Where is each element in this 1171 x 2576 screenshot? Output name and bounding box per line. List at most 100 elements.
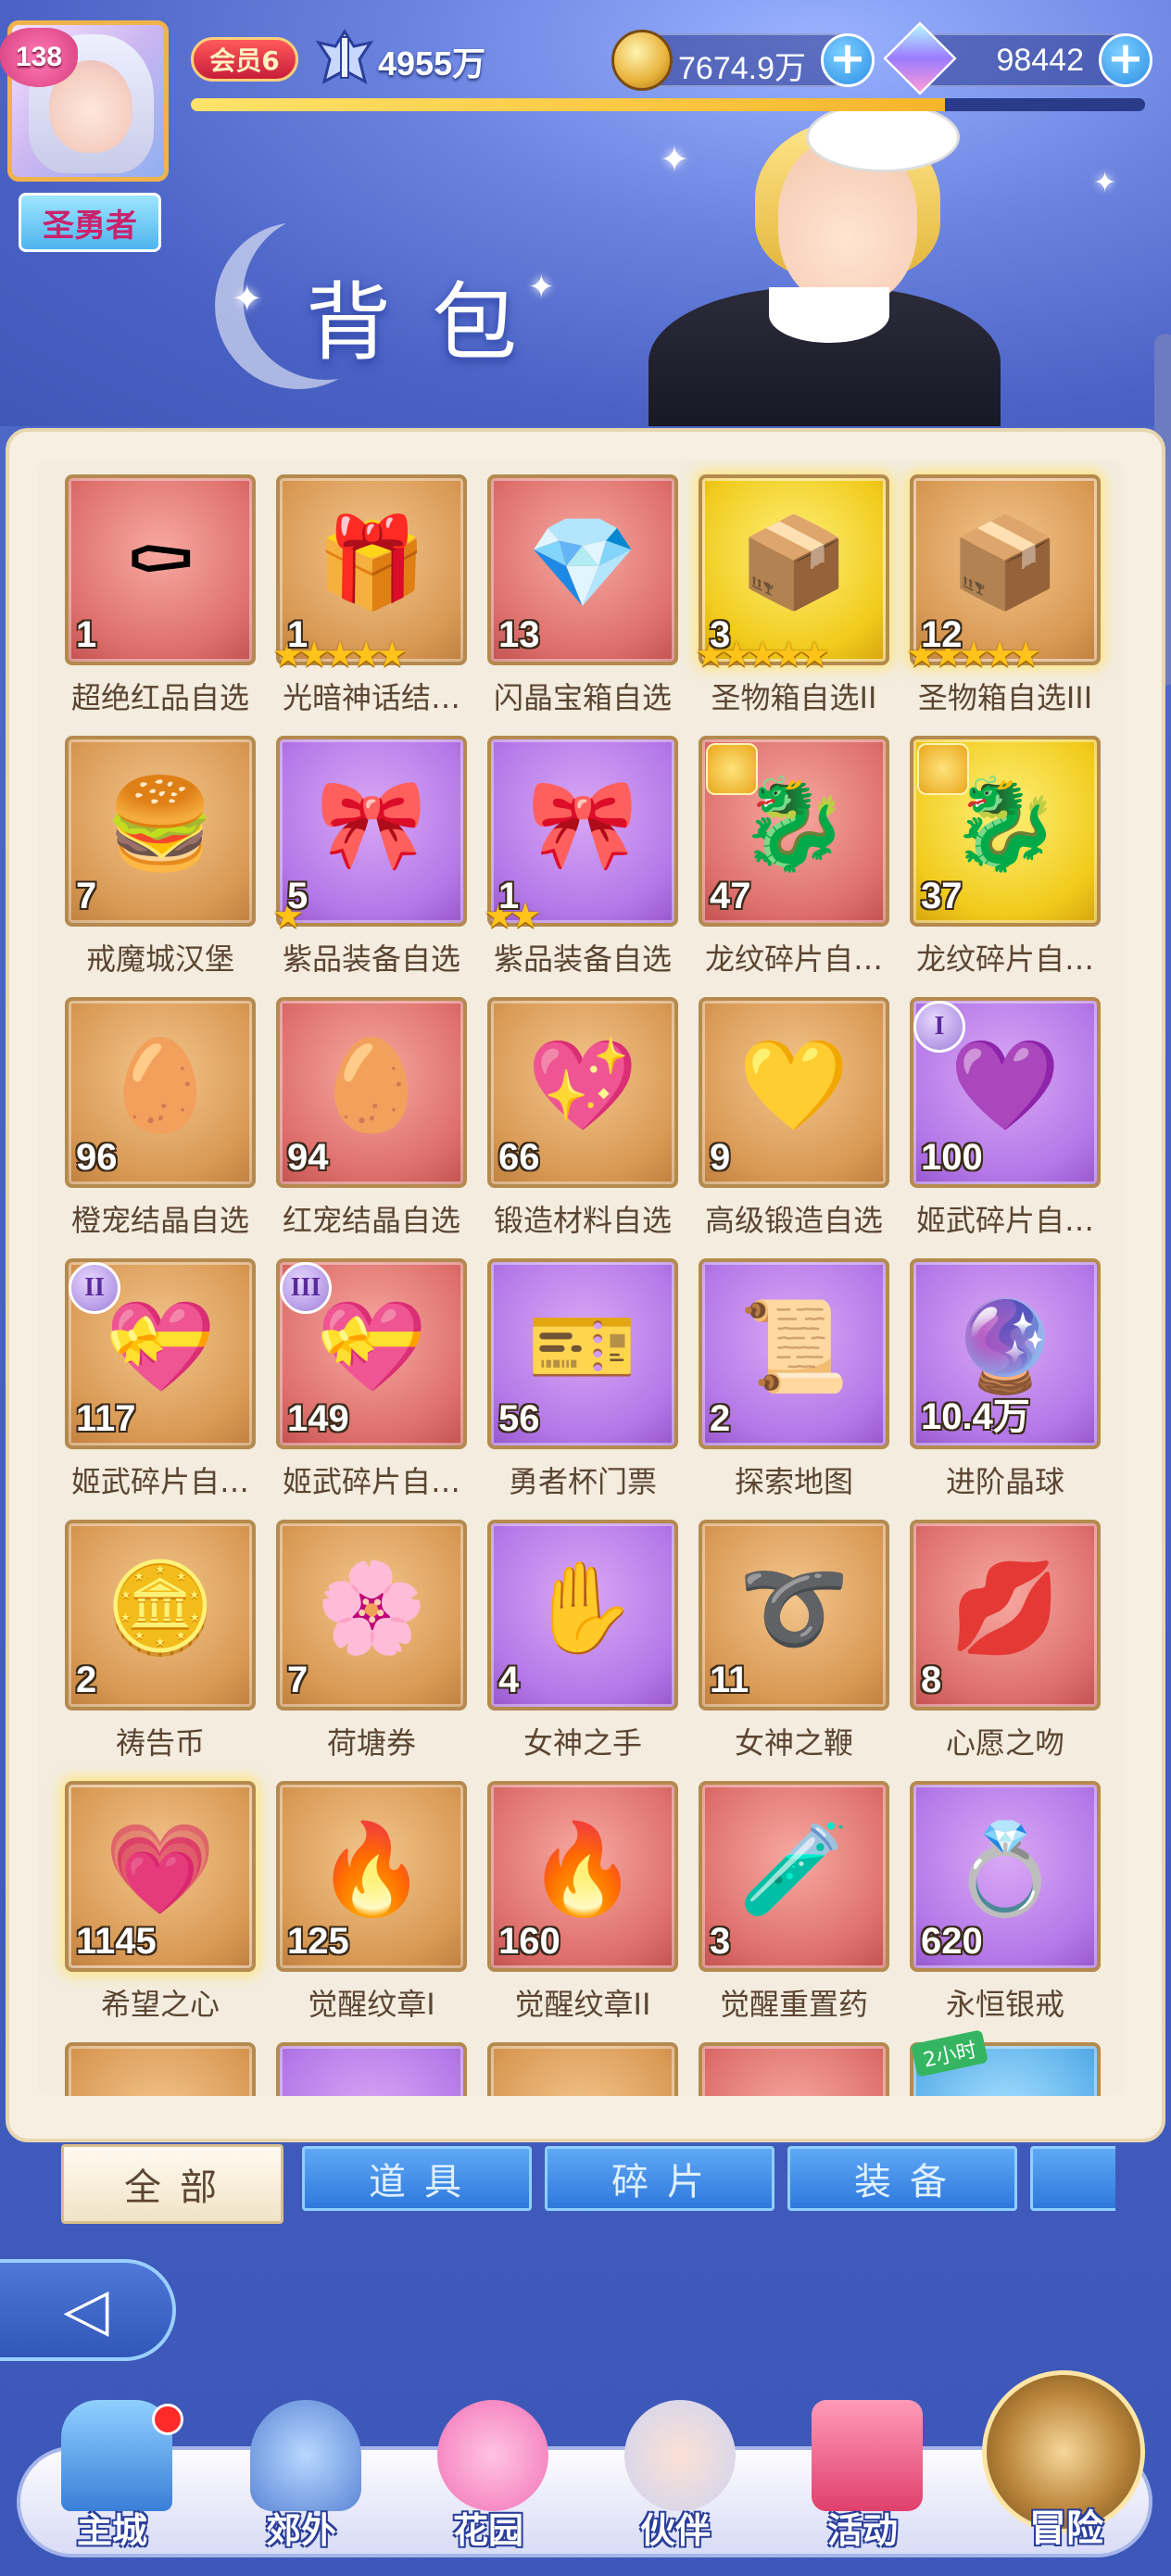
item-count: 2 bbox=[76, 1660, 97, 1700]
add-diamond-button[interactable]: + bbox=[1099, 33, 1152, 87]
bag-item[interactable]: 🔮 10.4万 进阶晶球 bbox=[910, 1258, 1101, 1499]
item-name: 希望之心 bbox=[100, 1987, 220, 2022]
bag-item[interactable]: 🍔 7 戒魔城汉堡 bbox=[65, 736, 256, 977]
item-count: 7 bbox=[76, 876, 97, 916]
add-gold-button[interactable]: + bbox=[821, 33, 875, 87]
nav-outskirts[interactable]: 郊外 bbox=[232, 2400, 371, 2567]
bag-item[interactable]: 💝 II 117 姬武碎片自… bbox=[65, 1258, 256, 1499]
player-title-badge[interactable]: 圣勇者 bbox=[19, 193, 161, 252]
bag-item[interactable]: 💗 1145 希望之心 bbox=[65, 1781, 256, 2022]
forge-chest-icon: 💖 bbox=[527, 1033, 638, 1137]
vip-badge[interactable]: 会员6 bbox=[191, 37, 298, 82]
pet-crystal-icon: 🥚 bbox=[316, 1033, 427, 1137]
tab-shards[interactable]: 碎片 bbox=[545, 2146, 774, 2211]
item-count: 1 bbox=[498, 876, 520, 916]
item-count: 2 bbox=[710, 1398, 731, 1439]
item-name: 紫品装备自选 bbox=[282, 941, 460, 977]
item-count: 56 bbox=[498, 1398, 540, 1439]
item-count: 1 bbox=[287, 614, 308, 655]
bag-item[interactable]: 🎀 ★ 5 紫品装备自选 bbox=[272, 736, 467, 977]
bag-item[interactable]: 💍 620 永恒银戒 bbox=[910, 1781, 1101, 2022]
bag-item[interactable]: 💛 9 高级锻造自选 bbox=[699, 997, 889, 1238]
bag-item[interactable]: ➰ 11 女神之鞭 bbox=[699, 1520, 889, 1761]
bag-item[interactable]: 2小时 bbox=[910, 2029, 1101, 2096]
heart-box-icon: 💜 bbox=[950, 1033, 1061, 1137]
item-name: 女神之鞭 bbox=[734, 1725, 853, 1761]
bag-item[interactable]: 📦 ★★★★★ 12 圣物箱自选III bbox=[906, 474, 1101, 715]
unknown-icon bbox=[311, 2070, 432, 2096]
diamond-resource: 98442 + bbox=[883, 21, 1152, 95]
bag-item[interactable] bbox=[699, 2042, 889, 2096]
item-name: 戒魔城汉堡 bbox=[85, 941, 234, 977]
bag-item[interactable]: 💜 I 100 姬武碎片自… bbox=[910, 997, 1101, 1238]
puzzle-piece-icon bbox=[917, 743, 969, 795]
item-name: 锻造材料自选 bbox=[493, 1203, 672, 1238]
bag-item[interactable]: ✋ 4 女神之手 bbox=[487, 1520, 678, 1761]
orb-icon bbox=[100, 2070, 220, 2096]
item-count: 149 bbox=[287, 1398, 349, 1439]
bag-item[interactable] bbox=[487, 2042, 678, 2096]
bag-item[interactable]: 🎁 ★★★★★ 1 光暗神话结… bbox=[272, 474, 467, 715]
item-count: 94 bbox=[287, 1137, 329, 1178]
category-tabs: 全部 道具 碎片 装备 E bbox=[56, 2142, 1115, 2226]
item-name: 心愿之吻 bbox=[945, 1725, 1064, 1761]
item-count: 10.4万 bbox=[921, 1396, 1030, 1437]
bag-item[interactable]: ⚰ 1 超绝红品自选 bbox=[65, 474, 256, 715]
nav-label: 伙伴 bbox=[639, 2510, 711, 2551]
forge-chest-icon: 💛 bbox=[738, 1033, 850, 1137]
item-count: 11 bbox=[710, 1660, 749, 1700]
tab-more[interactable]: E bbox=[1030, 2146, 1115, 2211]
bag-item[interactable]: 🎀 ★★ 1 紫品装备自选 bbox=[484, 736, 678, 977]
heart-box-icon: 💝 bbox=[105, 1294, 216, 1398]
bag-item[interactable]: 🧪 3 觉醒重置药 bbox=[699, 1781, 889, 2022]
bag-item[interactable]: 💝 III 149 姬武碎片自… bbox=[276, 1258, 467, 1499]
bag-item[interactable]: 🪙 2 祷告币 bbox=[65, 1520, 256, 1761]
item-name: 高级锻造自选 bbox=[704, 1203, 883, 1238]
bag-item[interactable]: 💖 66 锻造材料自选 bbox=[487, 997, 678, 1238]
bag-item[interactable]: 🔥 160 觉醒纹章II bbox=[487, 1781, 678, 2022]
timed-item-icon bbox=[945, 2070, 1065, 2096]
bag-item[interactable]: 🥚 94 红宠结晶自选 bbox=[276, 997, 467, 1238]
bag-item[interactable] bbox=[65, 2042, 256, 2096]
gold-coin-icon bbox=[611, 30, 673, 91]
bag-item[interactable] bbox=[276, 2042, 467, 2096]
bag-item[interactable]: 🔥 125 觉醒纹章I bbox=[276, 1781, 467, 2022]
item-name: 女神之手 bbox=[523, 1725, 642, 1761]
bag-item[interactable]: 🥚 96 橙宠结晶自选 bbox=[65, 997, 256, 1238]
bag-item[interactable]: 💋 8 心愿之吻 bbox=[910, 1520, 1101, 1761]
equipment-box-icon: 🎀 bbox=[316, 772, 427, 876]
bag-item[interactable]: 📜 2 探索地图 bbox=[699, 1258, 889, 1499]
item-count: 8 bbox=[921, 1660, 942, 1700]
sparkle-icon: ✦ bbox=[1093, 167, 1117, 199]
combat-power-value: 4955万 bbox=[378, 44, 486, 82]
bag-item[interactable]: 🎫 56 勇者杯门票 bbox=[487, 1258, 678, 1499]
item-grid-viewport[interactable]: ⚰ 1 超绝红品自选 🎁 ★★★★★ 1 光暗神话结… 💎 13 闪晶宝箱自选 📦 ★★★★★ 3 圣物箱… bbox=[37, 460, 1125, 2096]
nav-partner[interactable]: 伙伴 bbox=[606, 2400, 745, 2567]
nav-main-city[interactable]: 主城 bbox=[43, 2400, 183, 2567]
bag-item[interactable]: 💎 13 闪晶宝箱自选 bbox=[487, 474, 678, 715]
scroll-map-icon: 📜 bbox=[738, 1294, 850, 1398]
item-name: 姬武碎片自… bbox=[915, 1203, 1094, 1238]
nav-events[interactable]: 活动 bbox=[793, 2400, 932, 2567]
nav-label: 主城 bbox=[76, 2510, 147, 2551]
bag-item[interactable]: 📦 ★★★★★ 3 圣物箱自选II bbox=[695, 474, 889, 715]
item-name: 紫品装备自选 bbox=[493, 941, 672, 977]
item-name: 探索地图 bbox=[734, 1464, 853, 1499]
tab-props[interactable]: 道具 bbox=[302, 2146, 532, 2211]
magic-gate-icon bbox=[250, 2400, 361, 2511]
bag-item[interactable]: 🐉 47 龙纹碎片自… bbox=[699, 736, 889, 977]
hand-icon: ✋ bbox=[527, 1556, 638, 1660]
tab-all[interactable]: 全部 bbox=[61, 2144, 283, 2224]
nav-label: 活动 bbox=[826, 2510, 898, 2551]
equipment-box-icon: 🎀 bbox=[527, 772, 638, 876]
diamond-amount: 98442 bbox=[996, 43, 1084, 78]
maid-character-art bbox=[648, 102, 1001, 426]
item-count: 125 bbox=[287, 1921, 349, 1962]
bag-item[interactable]: 🌸 7 荷塘券 bbox=[276, 1520, 467, 1761]
nav-garden[interactable]: 花园 bbox=[419, 2400, 558, 2567]
back-button[interactable]: ◁ bbox=[0, 2259, 176, 2361]
nav-adventure[interactable]: 冒险 bbox=[978, 2361, 1154, 2565]
bag-item[interactable]: 🐉 37 龙纹碎片自… bbox=[910, 736, 1101, 977]
tab-equipment[interactable]: 装备 bbox=[787, 2146, 1017, 2211]
item-name: 永恒银戒 bbox=[945, 1987, 1064, 2022]
